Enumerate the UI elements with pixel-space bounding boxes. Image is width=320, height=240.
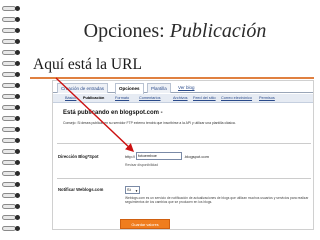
tab-ver-blog[interactable]: Ver blog: [175, 83, 198, 93]
subtab-comentarios[interactable]: Comentarios: [139, 95, 161, 102]
ring-loop: [2, 215, 16, 220]
binding-ring: [2, 61, 20, 66]
binding-ring: [2, 72, 20, 77]
subtab-permisos[interactable]: Permisos: [259, 95, 275, 102]
binding-ring: [2, 6, 20, 11]
ring-loop: [2, 50, 16, 55]
subtab-correo[interactable]: Correo electrónico: [221, 95, 252, 102]
ring-hole: [15, 6, 20, 11]
subtab-feed-sitio[interactable]: Feed del sitio: [193, 95, 216, 102]
binding-ring: [2, 149, 20, 154]
check-availability-link[interactable]: Revisar disponibilidad: [125, 163, 158, 167]
ring-loop: [2, 61, 16, 66]
ring-hole: [15, 94, 20, 99]
ring-hole: [15, 226, 20, 231]
ring-loop: [2, 127, 16, 132]
ring-loop: [2, 28, 16, 33]
spiral-binding: [0, 0, 24, 240]
url-prefix: http://: [125, 154, 136, 159]
ring-loop: [2, 39, 16, 44]
binding-ring: [2, 138, 20, 143]
binding-ring: [2, 182, 20, 187]
notify-weblogs-label: Notificar Weblogs.com: [58, 187, 104, 192]
blogger-settings-screenshot: Creación de entradas Opciones Plantilla …: [52, 80, 314, 230]
ring-loop: [2, 6, 16, 11]
notify-weblogs-value: Sí: [127, 187, 131, 192]
binding-ring: [2, 50, 20, 55]
notify-weblogs-description: Weblogs.com es un servicio de notificaci…: [125, 196, 309, 205]
ring-hole: [15, 182, 20, 187]
slide-title-italic: Publicación: [169, 20, 267, 42]
tab-creacion-entradas[interactable]: Creación de entradas: [57, 83, 109, 93]
blog-address-label: Dirección Blog*Spot: [58, 154, 99, 159]
subtab-basico[interactable]: Básico: [65, 95, 76, 102]
subtitle-underline: [30, 77, 314, 79]
save-settings-button[interactable]: Guardar valores: [120, 219, 170, 229]
divider: [57, 143, 311, 144]
binding-ring: [2, 160, 20, 165]
ring-loop: [2, 182, 16, 187]
ring-hole: [15, 116, 20, 121]
binding-ring: [2, 215, 20, 220]
ring-hole: [15, 50, 20, 55]
notify-weblogs-select[interactable]: Sí ▼: [125, 186, 140, 194]
binding-ring: [2, 17, 20, 22]
ring-loop: [2, 105, 16, 110]
slide-title-plain: Opciones:: [83, 20, 170, 42]
ring-hole: [15, 160, 20, 165]
subtab-publicacion[interactable]: Publicación: [83, 95, 104, 102]
chevron-down-icon: ▼: [135, 189, 138, 193]
ring-loop: [2, 226, 16, 231]
ring-hole: [15, 193, 20, 198]
ring-hole: [15, 28, 20, 33]
binding-ring: [2, 94, 20, 99]
binding-ring: [2, 193, 20, 198]
binding-ring: [2, 127, 20, 132]
tab-plantilla[interactable]: Plantilla: [147, 83, 171, 93]
ring-hole: [15, 83, 20, 88]
ftp-tip: Consejo: Si desea publicar en su servido…: [63, 121, 236, 125]
ring-hole: [15, 127, 20, 132]
binding-ring: [2, 28, 20, 33]
divider: [57, 178, 311, 179]
settings-subtabs: Básico Publicación Formato Comentarios A…: [53, 94, 313, 103]
slide-subtitle: Aquí está la URL: [33, 56, 142, 73]
binding-ring: [2, 204, 20, 209]
binding-ring: [2, 116, 20, 121]
subtab-archivos[interactable]: Archivos: [173, 95, 188, 102]
publishing-heading: Está publicando en blogspot.com -: [63, 110, 163, 116]
binding-ring: [2, 105, 20, 110]
ring-loop: [2, 193, 16, 198]
ring-loop: [2, 149, 16, 154]
binding-ring: [2, 171, 20, 176]
ring-loop: [2, 72, 16, 77]
ring-hole: [15, 39, 20, 44]
ring-hole: [15, 138, 20, 143]
ring-hole: [15, 105, 20, 110]
ring-loop: [2, 160, 16, 165]
binding-ring: [2, 83, 20, 88]
ring-loop: [2, 138, 16, 143]
ring-loop: [2, 171, 16, 176]
ring-hole: [15, 72, 20, 77]
slide-title: Opciones: Publicación: [40, 20, 310, 43]
ring-loop: [2, 17, 16, 22]
ring-loop: [2, 94, 16, 99]
ring-hole: [15, 17, 20, 22]
main-tabs: Creación de entradas Opciones Plantilla …: [53, 81, 313, 94]
ring-hole: [15, 215, 20, 220]
blog-url-input[interactable]: fotoemboe: [136, 152, 182, 160]
binding-ring: [2, 39, 20, 44]
subtab-formato[interactable]: Formato: [115, 95, 129, 102]
ring-hole: [15, 204, 20, 209]
url-suffix: .blogspot.com: [184, 154, 209, 159]
ring-loop: [2, 83, 16, 88]
ring-loop: [2, 204, 16, 209]
tab-opciones[interactable]: Opciones: [115, 83, 144, 94]
ring-hole: [15, 149, 20, 154]
binding-ring: [2, 226, 20, 231]
ring-hole: [15, 61, 20, 66]
ring-loop: [2, 116, 16, 121]
ring-hole: [15, 171, 20, 176]
